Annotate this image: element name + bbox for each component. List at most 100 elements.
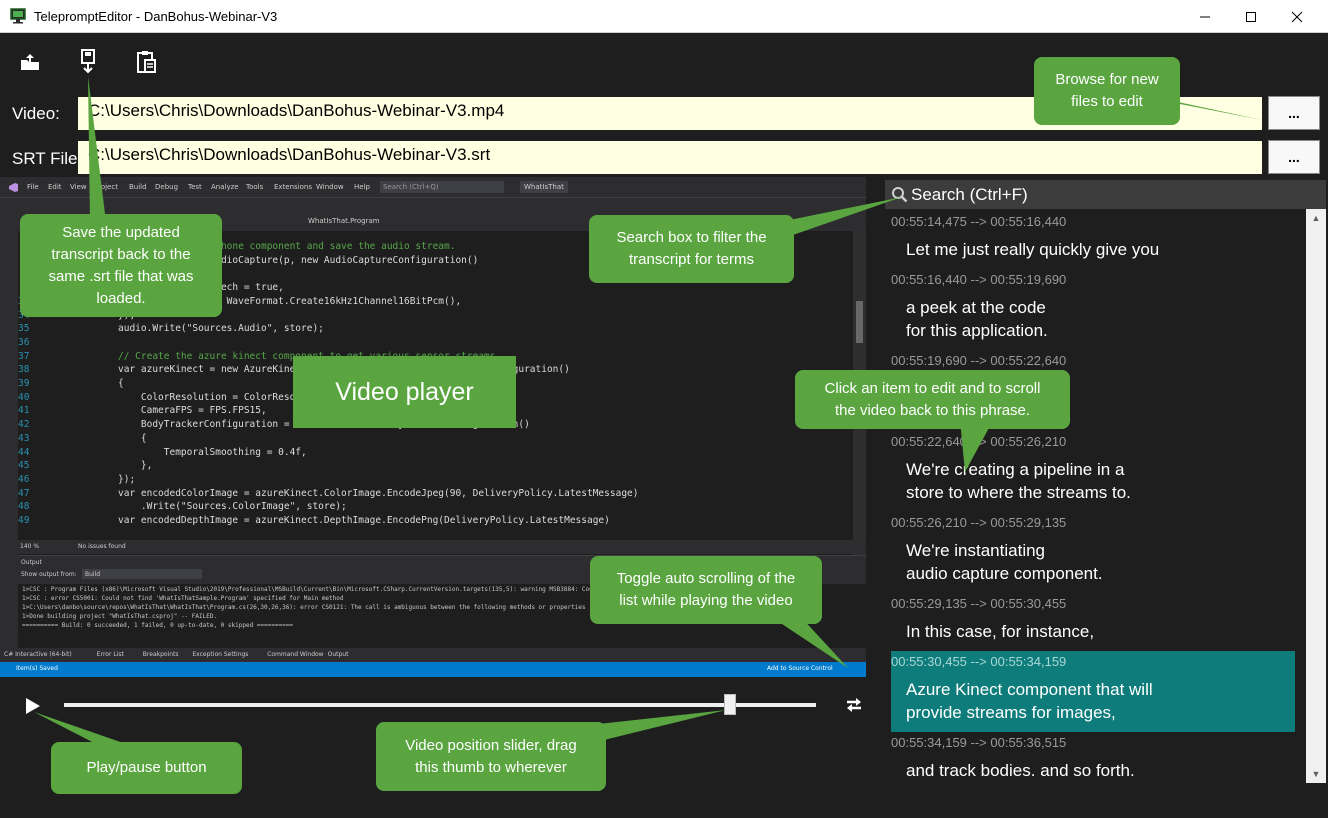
ide-toolbar	[0, 197, 866, 213]
callout-autoscroll: Toggle auto scrolling of the list while p…	[590, 556, 822, 624]
video-label: Video:	[12, 104, 60, 123]
code-line: 36	[18, 336, 30, 348]
paste-button[interactable]	[132, 48, 160, 76]
play-icon[interactable]	[20, 695, 44, 717]
minimize-button[interactable]	[1182, 0, 1228, 33]
video-position-slider[interactable]	[64, 703, 816, 707]
autoscroll-toggle-icon[interactable]	[843, 694, 865, 716]
visual-studio-logo-icon	[9, 183, 18, 192]
code-line: 45 },	[18, 460, 153, 472]
ide-bottom-tab: Breakpoints	[142, 651, 179, 658]
code-line: 39{	[18, 378, 124, 389]
search-icon	[892, 187, 908, 203]
video-player-label: Video player	[293, 356, 516, 428]
ide-issues: No issues found	[78, 543, 126, 550]
ide-menu-item: View	[70, 183, 87, 191]
ide-bottom-tab: Command Window	[267, 651, 324, 658]
close-button[interactable]	[1274, 0, 1320, 33]
transcript-text[interactable]: We're creating a pipeline in a store to w…	[906, 458, 1131, 504]
slider-thumb[interactable]	[723, 694, 736, 715]
code-line: 47 var encodedColorImage = azureKinect.Co…	[18, 487, 639, 499]
transcript-scrollbar[interactable]: ▲ ▼	[1306, 209, 1326, 783]
window-title: TelepromptEditor - DanBohus-Webinar-V3	[34, 9, 278, 24]
ide-editor-status: 140 % No issues found	[18, 540, 866, 554]
ide-menu-item: Analyze	[211, 183, 239, 191]
srt-label: SRT File:	[12, 149, 83, 168]
callout-save: Save the updated transcript back to the sa…	[20, 214, 222, 317]
ide-output-line: 1>C:\Users\danbo\source\repos\WhatIsThat…	[22, 604, 586, 611]
save-icon	[81, 49, 95, 74]
ide-menu-item: Test	[188, 183, 202, 191]
transcript-text[interactable]: a peek at the code for this application.	[906, 296, 1048, 342]
transcript-timestamp: 00:55:19,690 --> 00:55:22,640	[891, 353, 1067, 368]
transcript-item[interactable]: 00:55:29,135 --> 00:55:30,455 In this cas…	[891, 593, 1295, 651]
ide-left-sidebar	[0, 213, 18, 677]
transcript-text[interactable]: In this case, for instance,	[906, 620, 1094, 643]
open-button[interactable]	[16, 48, 44, 76]
transcript-item[interactable]: 00:55:16,440 --> 00:55:19,690 a peek at t…	[891, 269, 1295, 350]
save-button[interactable]	[74, 48, 102, 76]
ide-menu-item: Window	[316, 183, 344, 191]
code-line: 41 CameraFPS = FPS.FPS15,	[18, 405, 267, 417]
srt-path-field[interactable]: C:\Users\Chris\Downloads\DanBohus-Webina…	[78, 141, 1262, 174]
title-bar: TelepromptEditor - DanBohus-Webinar-V3	[0, 0, 1328, 33]
ide-menubar: File Edit View Project Build Debug Test …	[0, 177, 866, 197]
scroll-down-icon[interactable]: ▼	[1306, 765, 1326, 783]
ide-menu-item: Tools	[246, 183, 264, 191]
code-line: 35 audio.Write("Sources.Audio", store);	[18, 323, 324, 335]
ide-search-box: Search (Ctrl+Q)	[380, 181, 504, 193]
close-icon	[1291, 11, 1303, 22]
ide-status-left: Item(s) Saved	[16, 665, 58, 672]
ide-menu-item: File	[27, 183, 39, 191]
ide-menu-item: Debug	[155, 183, 179, 191]
ide-status-right: Add to Source Control	[767, 665, 833, 672]
code-line: 48 .Write("Sources.ColorImage", store);	[18, 501, 347, 513]
transcript-item[interactable]: 00:55:14,475 --> 00:55:16,440 Let me just…	[891, 211, 1295, 269]
ide-output-title: Output	[21, 559, 42, 566]
transcript-timestamp: 00:55:16,440 --> 00:55:19,690	[891, 272, 1067, 287]
ide-output-line: 1>Done building project "WhatIsThat.cspr…	[22, 613, 218, 620]
transcript-item[interactable]: 00:55:34,159 --> 00:55:36,515 and track b…	[891, 732, 1295, 790]
ide-zoom: 140 %	[20, 543, 40, 550]
transcript-item[interactable]: 00:55:22,640 --> 00:55:26,210 We're creat…	[891, 431, 1295, 512]
browse-video-button[interactable]: ...	[1268, 96, 1320, 130]
search-bar	[885, 180, 1326, 209]
callout-slider: Video position slider, drag this thumb to…	[376, 722, 606, 791]
transcript-text[interactable]: Azure Kinect component that will provide …	[906, 678, 1153, 724]
app-icon	[10, 8, 26, 24]
ide-menu-item: Extensions	[274, 183, 313, 191]
transcript-timestamp: 00:55:26,210 --> 00:55:29,135	[891, 515, 1067, 530]
ide-output-from-value: Build	[82, 569, 202, 579]
search-input[interactable]	[911, 183, 1321, 207]
ide-menu-item: Project	[94, 183, 118, 191]
transcript-timestamp: 00:55:29,135 --> 00:55:30,455	[891, 596, 1067, 611]
transcript-timestamp: 00:55:34,159 --> 00:55:36,515	[891, 735, 1067, 750]
transcript-item[interactable]: 00:55:30,455 --> 00:55:34,159 Azure Kinec…	[891, 651, 1295, 732]
transcript-text[interactable]: and track bodies. and so forth.	[906, 759, 1135, 782]
code-line: 44 TemporalSmoothing = 0.4f,	[18, 446, 307, 458]
transcript-text[interactable]: Let me just really quickly give you	[906, 238, 1159, 261]
ide-bottom-tabs: C# Interactive (64-bit) Error List Breakpo…	[0, 648, 866, 662]
transcript-text[interactable]: We're instantiating audio capture compone…	[906, 539, 1103, 585]
scroll-up-icon[interactable]: ▲	[1306, 209, 1326, 227]
transcript-timestamp: 00:55:14,475 --> 00:55:16,440	[891, 214, 1067, 229]
ide-bottom-tab: Error List	[96, 651, 124, 658]
transcript-item[interactable]: 00:55:26,210 --> 00:55:29,135 We're insta…	[891, 512, 1295, 593]
code-line: 43 {	[18, 432, 147, 444]
transcript-pane: 00:55:14,475 --> 00:55:16,440 Let me just…	[885, 180, 1326, 790]
callout-search: Search box to filter the transcript for t…	[589, 215, 794, 283]
minimize-icon	[1200, 16, 1210, 17]
maximize-button[interactable]	[1228, 0, 1274, 33]
ide-editor-tab: WhatIsThat.Program	[308, 217, 380, 225]
ide-output-from-label: Show output from:	[21, 571, 77, 578]
code-line: 46});	[18, 473, 136, 485]
ide-output-line: 1>CSC : Program Files (x86)\Microsoft Vi…	[22, 586, 684, 593]
ide-statusbar: Item(s) Saved Add to Source Control	[0, 662, 866, 677]
callout-click-item: Click an item to edit and to scroll the v…	[795, 370, 1070, 429]
browse-srt-button[interactable]: ...	[1268, 140, 1320, 174]
clipboard-icon	[137, 51, 156, 73]
ide-solution-name: WhatIsThat	[520, 181, 568, 193]
ide-menu-item: Build	[129, 183, 147, 191]
callout-play: Play/pause button	[51, 742, 242, 794]
transcript-list[interactable]: 00:55:14,475 --> 00:55:16,440 Let me just…	[885, 209, 1303, 790]
